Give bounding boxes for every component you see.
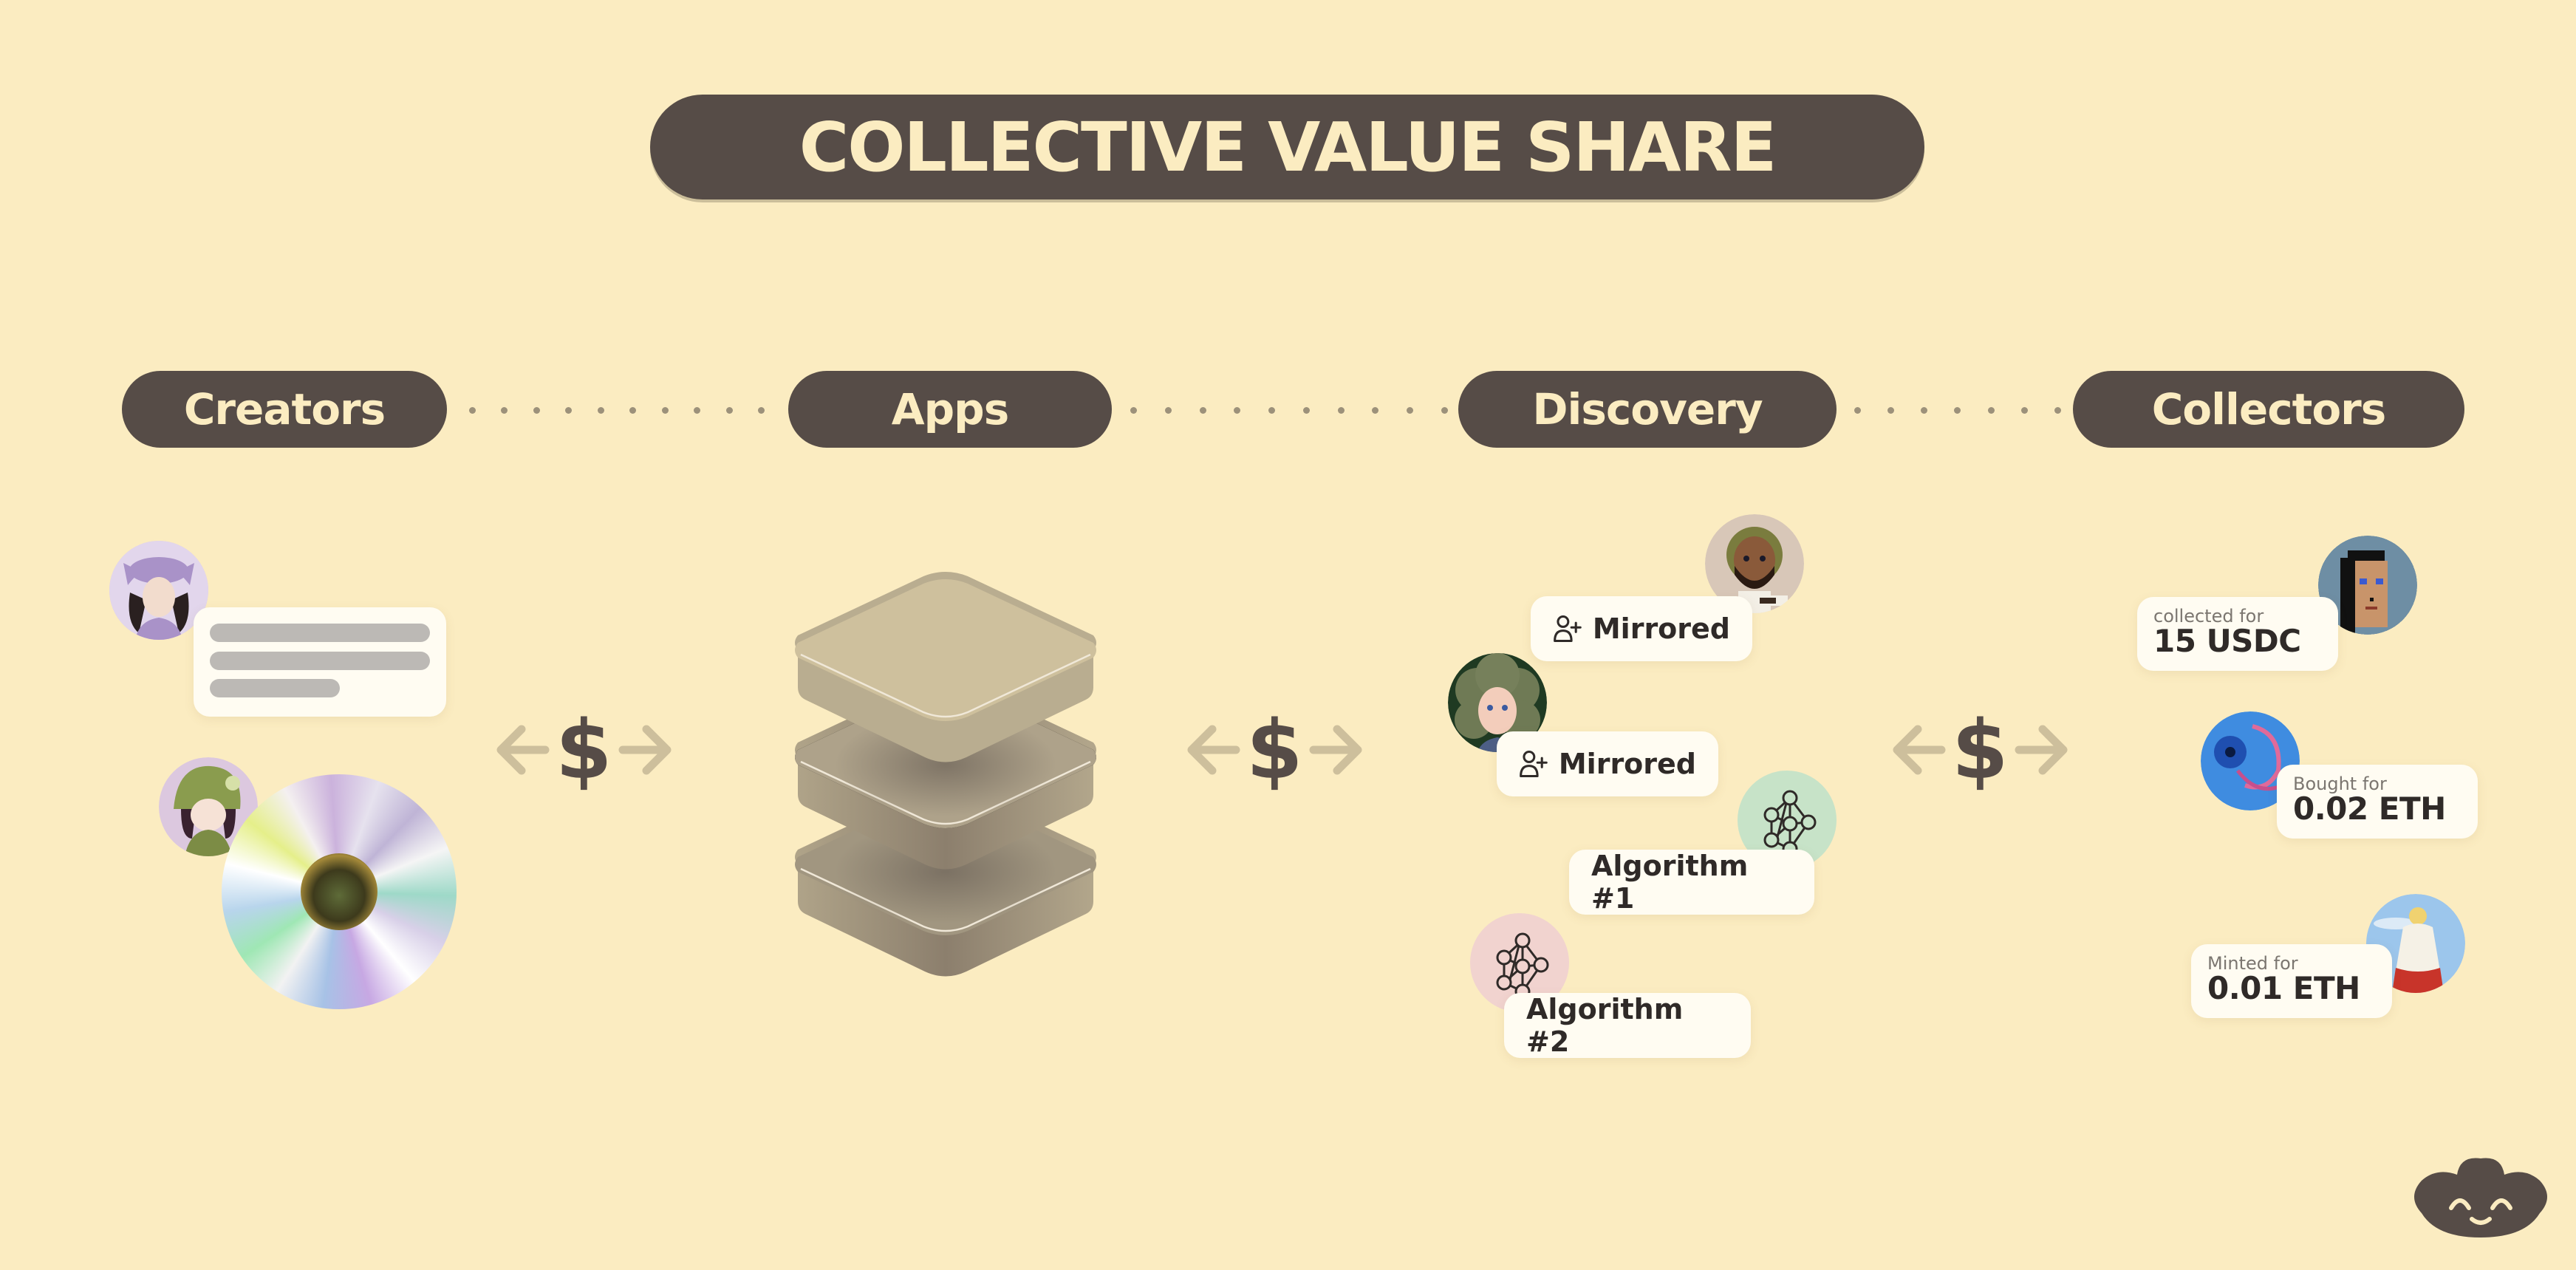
value-flow-creators-apps: $ (493, 709, 674, 791)
apps-layers-stack-icon (768, 569, 1123, 1005)
album-cover (301, 853, 377, 930)
text-placeholder-line (210, 679, 340, 697)
arrow-right-icon (2015, 725, 2068, 775)
value-flow-discovery-collectors: $ (1890, 709, 2071, 791)
value-flow-apps-discovery: $ (1184, 709, 1365, 791)
mirrored-tag: Mirrored (1531, 596, 1752, 661)
mirrored-label: Mirrored (1558, 748, 1696, 780)
algorithm-tag: Algorithm #1 (1569, 850, 1814, 915)
algorithm-label: Algorithm #2 (1526, 993, 1684, 1058)
stage-label: Collectors (2151, 384, 2387, 434)
text-placeholder-line (210, 624, 430, 642)
stage-collectors: Collectors (2073, 371, 2464, 448)
stage-discovery: Discovery (1458, 371, 1837, 448)
connector-apps-discovery (1130, 406, 1448, 414)
arrow-left-icon (1893, 725, 1946, 775)
brand-logo-icon (2407, 1145, 2555, 1241)
dollar-icon: $ (556, 703, 612, 797)
arrow-left-icon (1187, 725, 1240, 775)
arrow-right-icon (1309, 725, 1362, 775)
price-amount: 0.02 ETH (2293, 791, 2446, 827)
collector-price-card: Bought for 0.02 ETH (2277, 765, 2478, 839)
music-cd-icon (222, 774, 457, 1009)
collector-price-card: Minted for 0.01 ETH (2191, 944, 2392, 1018)
mirrored-tag: Mirrored (1497, 731, 1718, 796)
algorithm-tag: Algorithm #2 (1504, 993, 1751, 1058)
mirrored-label: Mirrored (1592, 612, 1730, 645)
text-placeholder-line (210, 652, 430, 670)
user-plus-icon (1520, 751, 1548, 777)
stage-creators: Creators (122, 371, 447, 448)
stage-label: Apps (891, 384, 1009, 434)
connector-discovery-collectors (1854, 406, 2061, 414)
arrow-right-icon (618, 725, 672, 775)
stage-apps: Apps (788, 371, 1112, 448)
algorithm-label: Algorithm #1 (1591, 850, 1749, 915)
stage-label: Creators (183, 384, 386, 434)
title-banner: COLLECTIVE VALUE SHARE (650, 95, 1924, 199)
dollar-icon: $ (1952, 703, 2009, 797)
user-plus-icon (1554, 615, 1582, 642)
stage-label: Discovery (1532, 384, 1763, 434)
dollar-icon: $ (1246, 703, 1303, 797)
connector-creators-apps (469, 406, 765, 414)
arrow-left-icon (496, 725, 550, 775)
price-amount: 0.01 ETH (2207, 970, 2360, 1006)
creator-post-card (194, 607, 446, 717)
collector-price-card: collected for 15 USDC (2137, 597, 2338, 671)
page-title: COLLECTIVE VALUE SHARE (799, 107, 1777, 187)
price-amount: 15 USDC (2153, 623, 2301, 659)
